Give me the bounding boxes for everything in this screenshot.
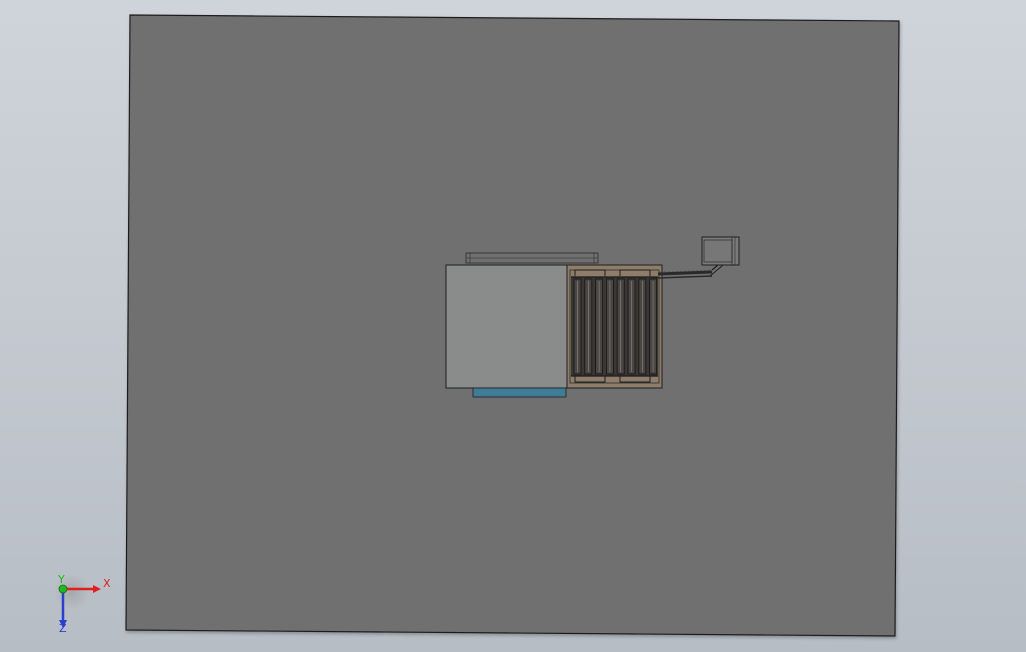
y-axis-label: Y — [57, 573, 65, 586]
motor-unit[interactable] — [701, 236, 740, 266]
x-axis-arrow — [93, 585, 101, 593]
cad-viewport[interactable]: X Y Z — [0, 0, 1026, 652]
z-axis-label: Z — [59, 622, 67, 635]
x-axis-label: X — [103, 577, 111, 590]
reference-triad: X Y Z — [54, 573, 111, 635]
main-block[interactable] — [445, 264, 571, 389]
model-scene[interactable]: X Y Z — [0, 0, 1026, 652]
y-axis-dot — [58, 584, 68, 594]
base-strip[interactable] — [472, 387, 567, 398]
filter-rack[interactable] — [566, 264, 663, 389]
